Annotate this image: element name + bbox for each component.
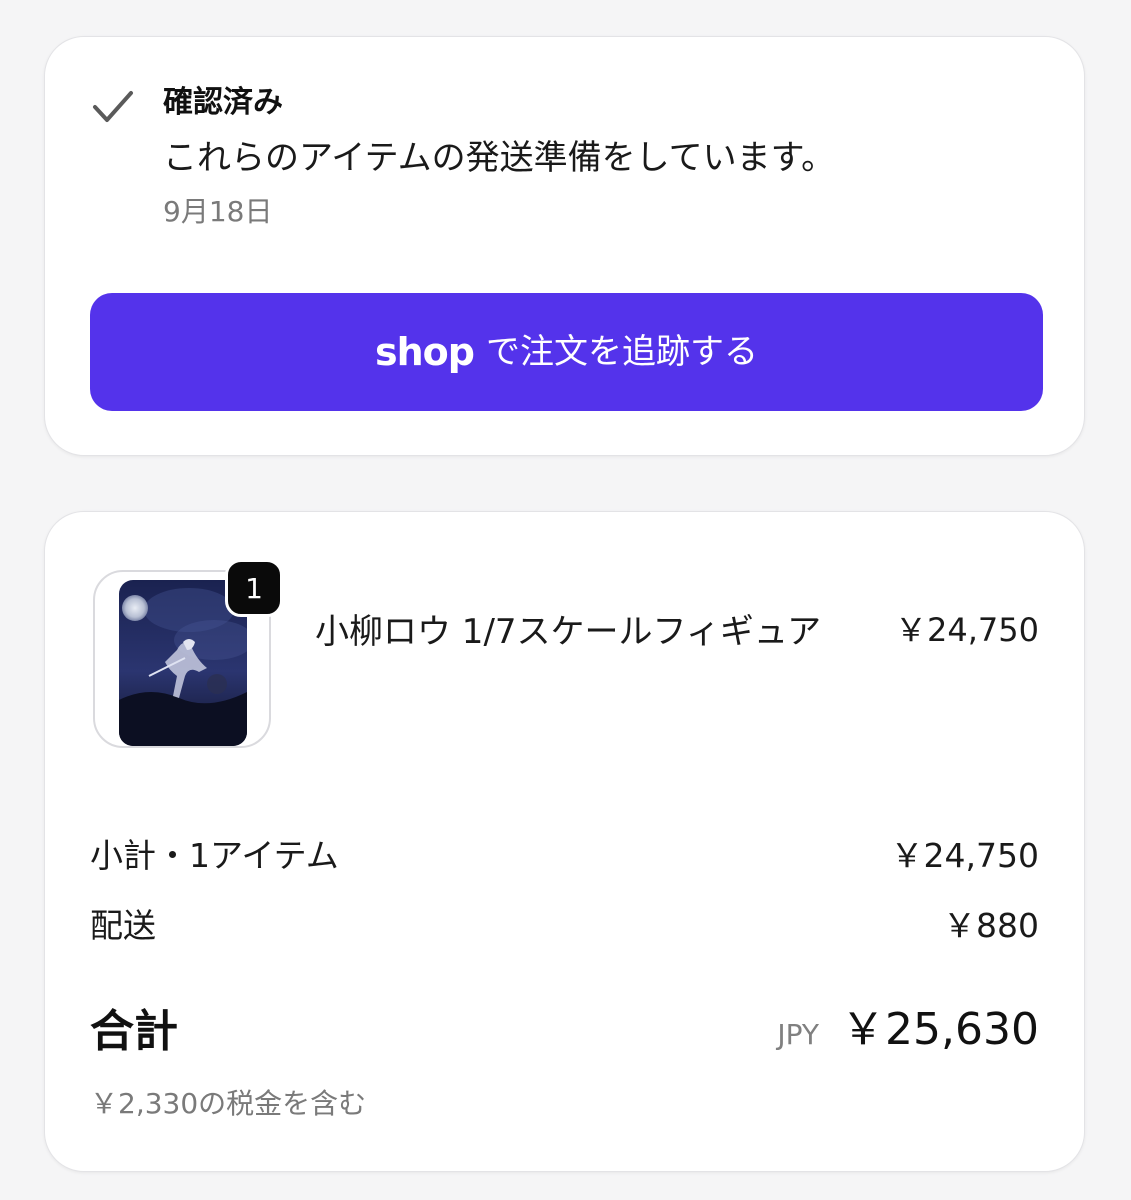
product-price: ￥24,750 (895, 611, 1039, 649)
product-name: 小柳ロウ 1/7スケールフィギュア (315, 612, 822, 652)
track-order-label: で注文を追跡する (485, 332, 758, 372)
check-icon (93, 91, 133, 122)
total-label: 合計 (90, 1006, 178, 1057)
subtotal-label: 小計・1アイテム (90, 836, 339, 875)
shipping-value: ￥880 (943, 906, 1039, 945)
order-status-card: 確認済み これらのアイテムの発送準備をしています。 9月18日 shop で注文… (44, 36, 1085, 456)
tax-note: ￥2,330の税金を含む (90, 1087, 367, 1120)
subtotal-value: ￥24,750 (890, 836, 1039, 875)
track-order-button[interactable]: shop で注文を追跡する (90, 293, 1043, 411)
shipping-row: 配送 ￥880 (90, 904, 1039, 948)
currency-code: JPY (777, 1017, 820, 1051)
status-date: 9月18日 (163, 195, 273, 228)
order-summary-card: 1 小柳ロウ 1/7スケールフィギュア ￥24,750 小計・1アイテム ￥24… (44, 511, 1085, 1172)
total-amount: JPY ￥25,630 (777, 1003, 1039, 1057)
status-message: これらのアイテムの発送準備をしています。 (163, 138, 836, 178)
total-row: 合計 JPY ￥25,630 (90, 1004, 1039, 1060)
shop-logo: shop (375, 330, 475, 374)
shipping-label: 配送 (90, 906, 156, 945)
total-value: ￥25,630 (841, 1003, 1039, 1055)
subtotal-row: 小計・1アイテム ￥24,750 (90, 834, 1039, 878)
quantity-badge: 1 (225, 559, 283, 617)
status-title: 確認済み (163, 85, 283, 120)
